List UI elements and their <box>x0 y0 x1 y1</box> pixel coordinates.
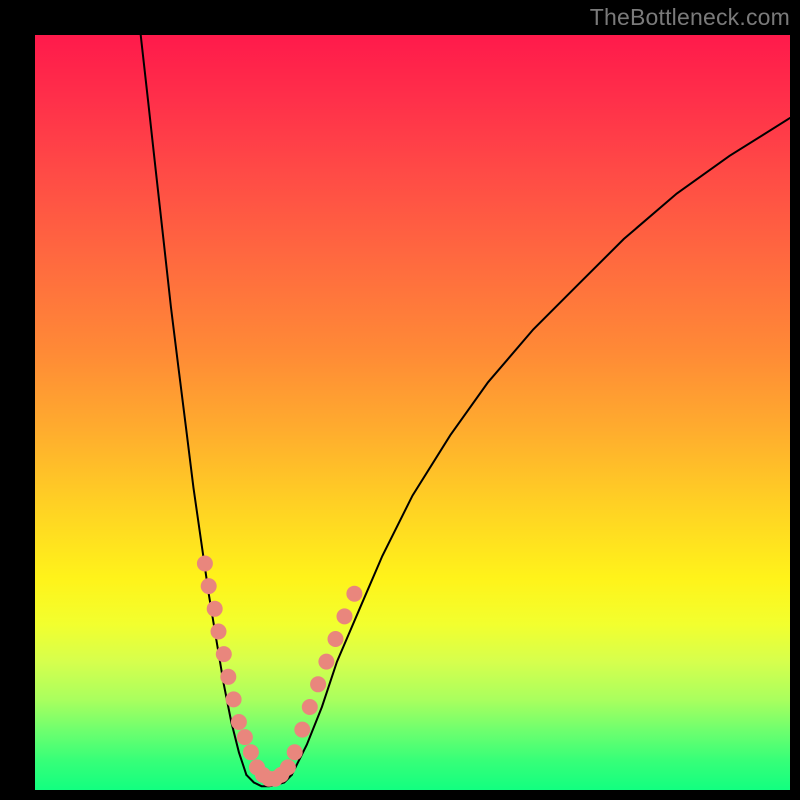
marker-dot <box>237 729 253 745</box>
curve-right <box>292 118 790 775</box>
marker-dot <box>346 586 362 602</box>
marker-dot <box>226 691 242 707</box>
marker-dot <box>328 631 344 647</box>
marker-dot <box>207 601 223 617</box>
marker-dot <box>201 578 217 594</box>
marker-dot <box>318 654 334 670</box>
marker-dot <box>302 699 318 715</box>
marker-dot <box>310 676 326 692</box>
marker-dot <box>216 646 232 662</box>
curve-svg <box>35 35 790 790</box>
marker-dot <box>280 759 296 775</box>
marker-dot <box>287 744 303 760</box>
marker-dot <box>231 714 247 730</box>
chart-frame: TheBottleneck.com <box>0 0 800 800</box>
marker-dot <box>197 556 213 572</box>
marker-dot <box>243 744 259 760</box>
marker-dot <box>211 624 227 640</box>
curve-left <box>141 35 247 775</box>
marker-dot <box>220 669 236 685</box>
watermark-text: TheBottleneck.com <box>590 4 790 31</box>
plot-area <box>35 35 790 790</box>
marker-dot <box>337 608 353 624</box>
marker-dot <box>294 722 310 738</box>
